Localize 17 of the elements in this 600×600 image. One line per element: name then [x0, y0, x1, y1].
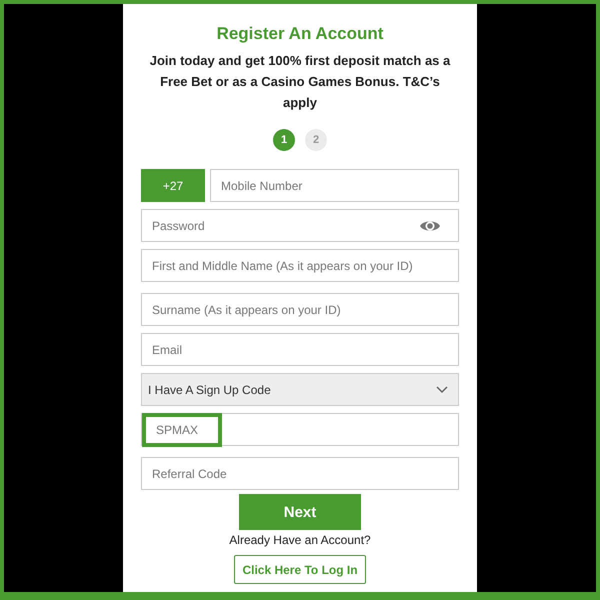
- text-field[interactable]: Email: [141, 333, 459, 366]
- step-indicator[interactable]: 2: [305, 129, 327, 151]
- next-button[interactable]: Next: [239, 494, 361, 530]
- login-prompt: Already Have an Account?: [229, 533, 371, 547]
- text-field[interactable]: Referral Code: [141, 457, 459, 490]
- step-indicator[interactable]: 1: [273, 129, 295, 151]
- sign-up-code-dropdown[interactable]: I Have A Sign Up Code: [141, 373, 459, 406]
- login-button[interactable]: Click Here To Log In: [234, 555, 366, 584]
- page-title: Register An Account: [216, 24, 384, 44]
- intro-text: Join today and get 100% first deposit match as a Free Bet or as a Casino Games Bonus. T&C’s apply: [148, 52, 452, 112]
- mobile-number-field[interactable]: Mobile Number: [210, 169, 459, 202]
- country-code-button[interactable]: +27: [141, 169, 205, 202]
- password-field[interactable]: Password: [141, 209, 459, 242]
- text-field[interactable]: First and Middle Name (As it appears on your ID): [141, 249, 459, 282]
- text-field[interactable]: Surname (As it appears on your ID): [141, 293, 459, 326]
- sign-up-code-field[interactable]: SPMAX: [141, 413, 459, 446]
- chevron-down-icon: [436, 386, 448, 394]
